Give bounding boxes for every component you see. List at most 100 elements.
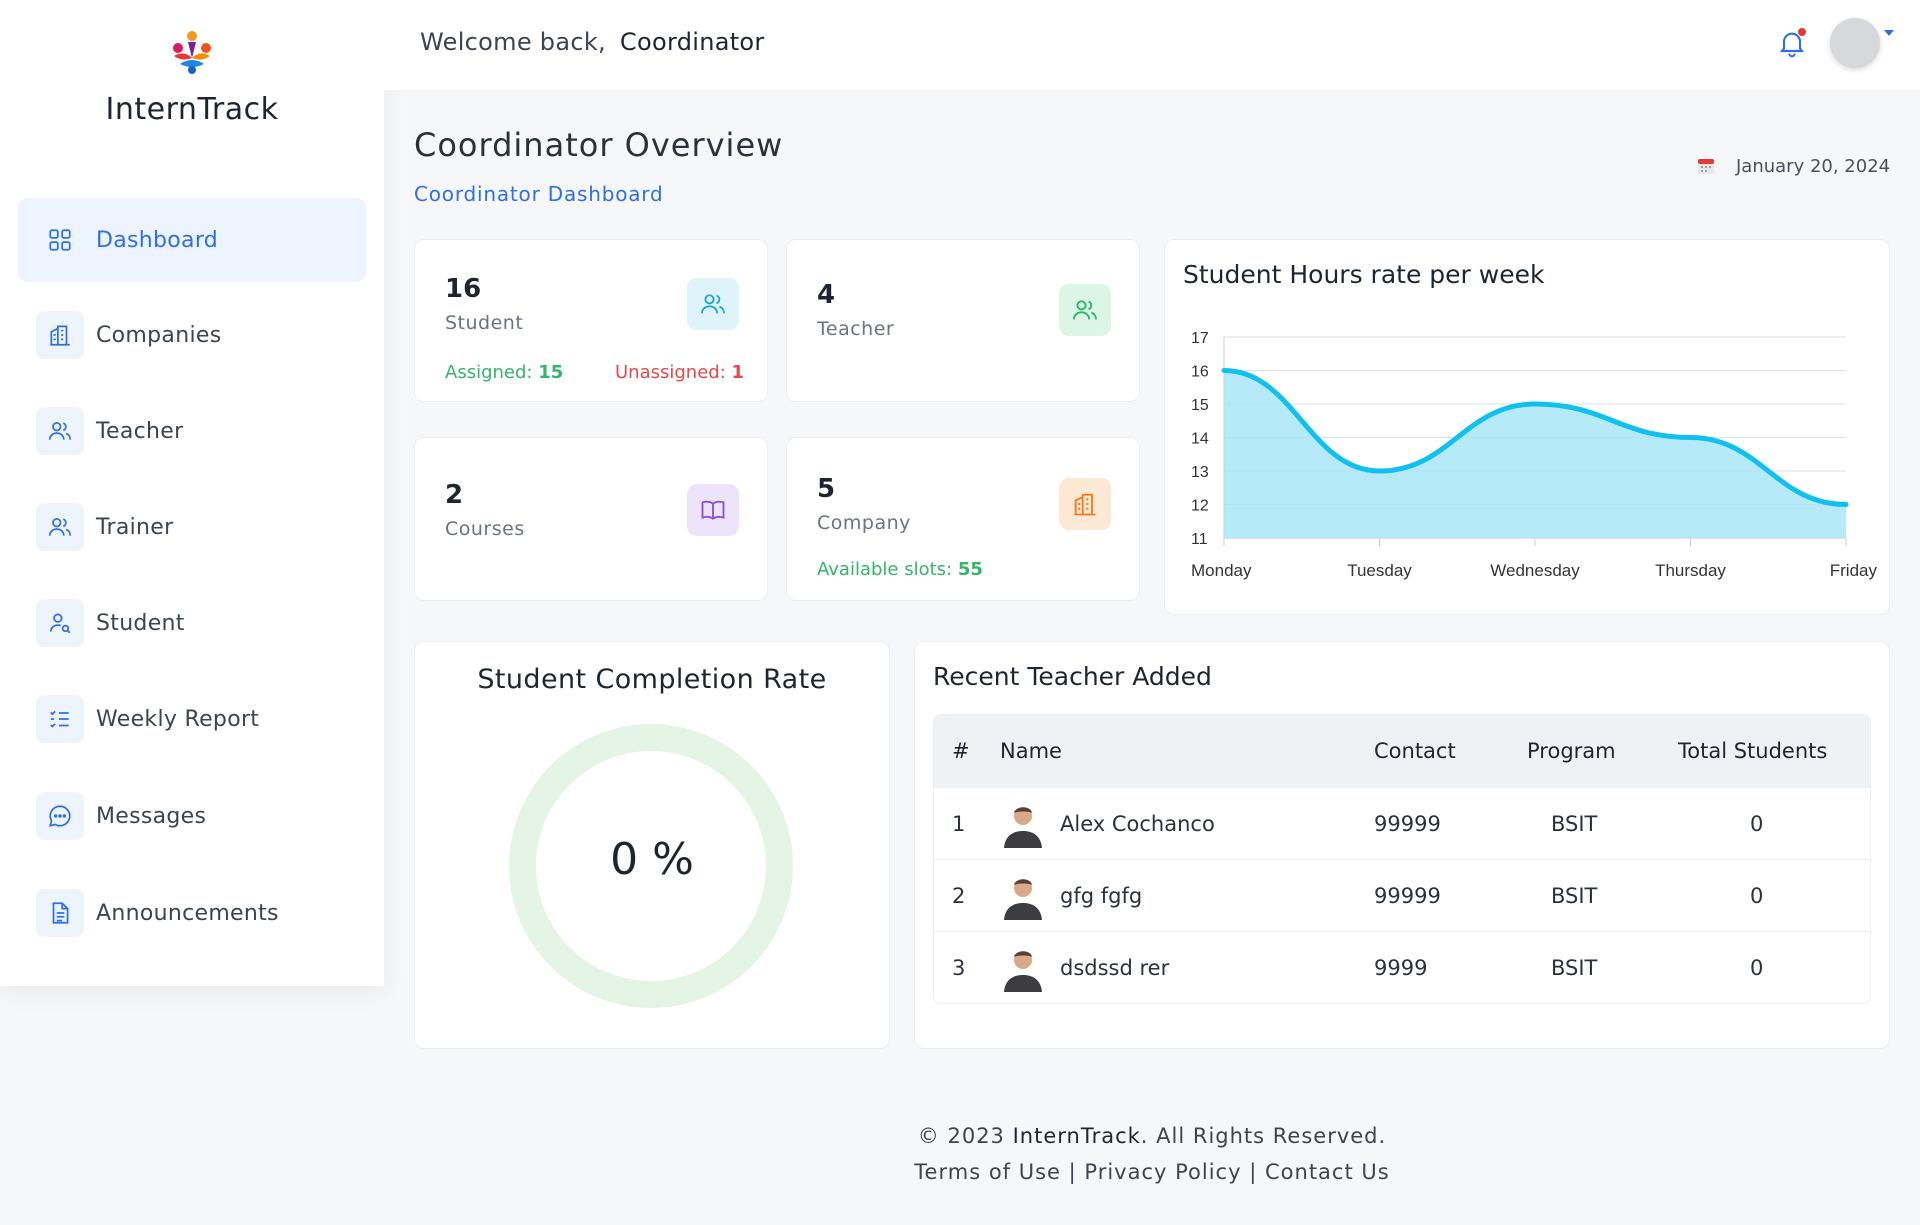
breadcrumb[interactable]: Coordinator Dashboard — [414, 182, 663, 206]
teacher-name: Alex Cochanco — [1060, 812, 1215, 836]
sidebar-item-trainer[interactable]: Trainer — [18, 485, 366, 569]
notification-dot — [1798, 28, 1806, 36]
document-icon — [36, 889, 84, 937]
sidebar-item-label: Teacher — [96, 418, 184, 444]
column-header: Contact — [1374, 739, 1456, 763]
area-fill — [1224, 370, 1846, 538]
sidebar-item-label: Dashboard — [96, 227, 219, 253]
table-row[interactable]: 1 Alex Cochanco 99999 BSIT 0 — [934, 787, 1870, 859]
teacher-program: BSIT — [1551, 884, 1598, 908]
welcome-user: Coordinator — [619, 28, 765, 56]
footer-separator: | — [1249, 1160, 1258, 1184]
table-row[interactable]: 2 gfg fgfg 99999 BSIT 0 — [934, 859, 1870, 931]
sidebar-item-label: Announcements — [96, 900, 279, 926]
table-header: # Name Contact Program Total Students — [934, 715, 1870, 787]
stat-label: Student — [445, 312, 524, 334]
sidebar-item-announcements[interactable]: Announcements — [18, 871, 366, 955]
available-slots: Available slots: 55 — [817, 559, 983, 580]
completion-card: Student Completion Rate 0 % — [414, 641, 890, 1049]
table-row[interactable]: 3 dsdssd rer 9999 BSIT 0 — [934, 931, 1870, 1003]
column-header: # — [952, 739, 970, 763]
sidebar-item-dashboard[interactable]: Dashboard — [18, 198, 366, 282]
users-icon — [687, 278, 739, 330]
teacher-stat-card[interactable]: 4 Teacher — [786, 239, 1140, 402]
sidebar-item-student[interactable]: Student — [18, 581, 366, 665]
stat-value: 2 — [445, 480, 464, 510]
teacher-total-students: 0 — [1750, 884, 1764, 908]
recent-teachers-card: Recent Teacher Added # Name Contact Prog… — [914, 641, 1890, 1049]
unassigned-value: 1 — [731, 362, 745, 383]
footer-links: Terms of Use | Privacy Policy | Contact … — [384, 1160, 1920, 1184]
sidebar-item-weekly-report[interactable]: Weekly Report — [18, 677, 366, 761]
logo-icon — [173, 31, 211, 74]
current-date: January 20, 2024 — [1736, 156, 1891, 177]
teacher-contact: 9999 — [1374, 956, 1428, 980]
row-number: 1 — [952, 812, 966, 836]
teacher-contact: 99999 — [1374, 812, 1441, 836]
completion-title: Student Completion Rate — [477, 664, 827, 695]
slots-value: 55 — [957, 559, 983, 580]
welcome-text: Welcome back, Coordinator — [420, 28, 765, 56]
courses-stat-card[interactable]: 2 Courses — [414, 437, 768, 601]
column-header: Total Students — [1678, 739, 1828, 763]
sidebar-item-teacher[interactable]: Teacher — [18, 389, 366, 473]
x-tick-label: Monday — [1191, 561, 1252, 580]
column-header: Name — [1000, 739, 1062, 763]
row-number: 2 — [952, 884, 966, 908]
calendar-icon — [1698, 159, 1714, 174]
x-tick-label: Wednesday — [1490, 561, 1580, 580]
copyright-suffix: . All Rights Reserved. — [1140, 1124, 1387, 1148]
users-icon — [36, 407, 84, 455]
assigned-label: Assigned: — [445, 362, 533, 383]
y-tick-label: 13 — [1191, 464, 1209, 481]
teacher-name: dsdssd rer — [1060, 956, 1170, 980]
teacher-name: gfg fgfg — [1060, 884, 1143, 908]
table-title: Recent Teacher Added — [933, 662, 1212, 691]
y-tick-label: 14 — [1191, 431, 1209, 448]
y-tick-label: 17 — [1191, 330, 1209, 347]
footer-brand: InternTrack — [1012, 1124, 1141, 1148]
stat-value: 5 — [817, 474, 836, 504]
welcome-greeting: Welcome back, — [420, 28, 606, 56]
building-icon — [36, 311, 84, 359]
student-stat-card[interactable]: 16 Student Assigned: 15 Unassigned: 1 — [414, 239, 768, 402]
sidebar-item-messages[interactable]: Messages — [18, 774, 366, 858]
footer-separator: | — [1068, 1160, 1077, 1184]
copyright: © 2023 InternTrack. All Rights Reserved. — [384, 1124, 1920, 1148]
sidebar-item-label: Weekly Report — [96, 706, 260, 732]
users-icon — [36, 503, 84, 551]
sidebar-item-label: Student — [96, 610, 185, 636]
sidebar: InternTrack Dashboard Companies Teacher … — [0, 0, 384, 986]
book-icon — [687, 484, 739, 536]
building-icon — [1059, 478, 1111, 530]
privacy-link[interactable]: Privacy Policy — [1084, 1160, 1241, 1184]
sidebar-item-companies[interactable]: Companies — [18, 293, 366, 377]
row-number: 3 — [952, 956, 966, 980]
x-tick-label: Friday — [1830, 561, 1878, 580]
slots-label: Available slots: — [817, 559, 953, 580]
contact-link[interactable]: Contact Us — [1265, 1160, 1390, 1184]
assigned-count: Assigned: 15 — [445, 362, 563, 383]
y-tick-label: 16 — [1191, 364, 1209, 381]
hours-chart-card: Student Hours rate per week 17 16 15 14 13 12… — [1164, 239, 1890, 615]
unassigned-count: Unassigned: 1 — [615, 362, 744, 383]
sidebar-item-label: Messages — [96, 803, 207, 829]
copyright-prefix: © 2023 — [917, 1124, 1005, 1148]
teachers-table: # Name Contact Program Total Students 1 … — [933, 714, 1871, 1004]
users-icon — [1059, 284, 1111, 336]
completion-value: 0 % — [610, 834, 694, 885]
avatar[interactable] — [1830, 18, 1880, 68]
column-header: Program — [1527, 739, 1616, 763]
company-stat-card[interactable]: 5 Company Available slots: 55 — [786, 437, 1140, 601]
chat-icon — [36, 792, 84, 840]
y-tick-label: 12 — [1191, 498, 1209, 515]
teacher-program: BSIT — [1551, 956, 1598, 980]
terms-link[interactable]: Terms of Use — [914, 1160, 1061, 1184]
y-tick-label: 15 — [1191, 397, 1209, 414]
chevron-down-icon[interactable] — [1884, 30, 1894, 36]
stat-label: Company — [817, 512, 911, 534]
avatar — [1004, 951, 1042, 992]
teacher-total-students: 0 — [1750, 812, 1764, 836]
brand-name: InternTrack — [105, 92, 279, 127]
teacher-contact: 99999 — [1374, 884, 1441, 908]
